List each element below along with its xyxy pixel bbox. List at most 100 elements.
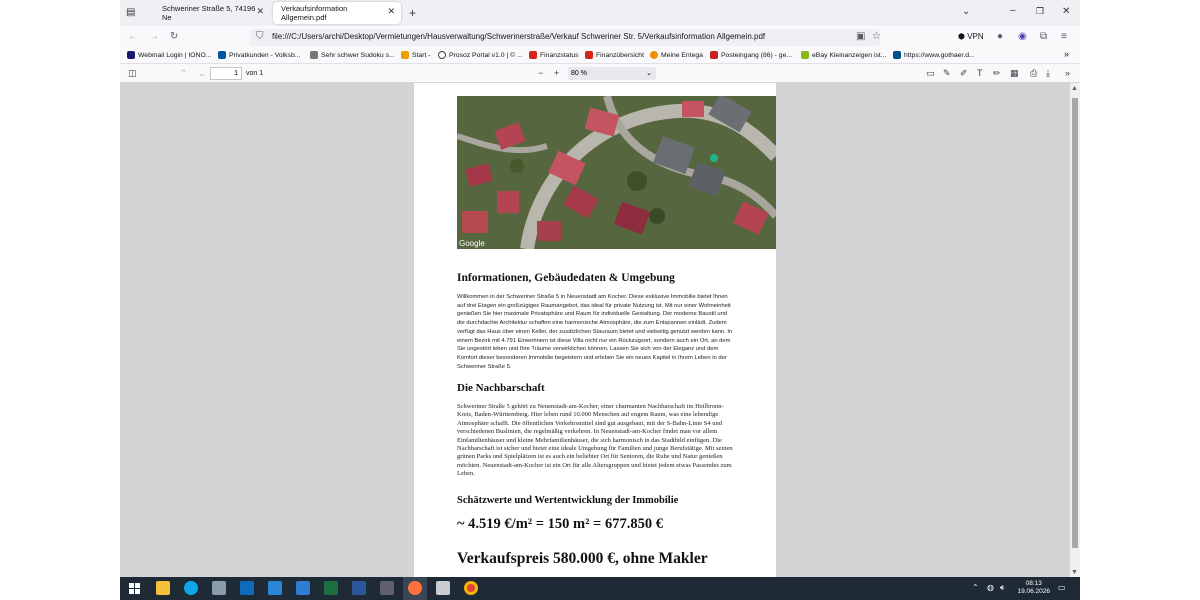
image-icon[interactable]: ▦ (1010, 68, 1019, 79)
tab-pdf[interactable]: Verkaufsinformation Allgemein.pdf ✕ (273, 2, 401, 24)
calculator-icon[interactable] (212, 581, 226, 595)
bookmark-favicon (893, 51, 901, 59)
back-icon[interactable]: ← (128, 31, 138, 42)
bookmark-label: Webmail Login | IONO... (138, 51, 212, 59)
list-tabs-icon[interactable]: ⌄ (962, 6, 970, 17)
next-page-icon[interactable]: ⌄ (198, 68, 206, 79)
bookmark-label: https://www.gothaer.d... (904, 51, 975, 59)
clock-date: 19.06.2026 (1017, 588, 1050, 595)
browser-window: ▤ Schweriner Straße 5, 74196 Ne ✕ Verkau… (120, 0, 1080, 600)
section-text-nachbarschaft: Schweriner Straße 5 gehört zu Neuenstadt… (457, 403, 733, 478)
minimize-icon[interactable]: – (1010, 5, 1016, 16)
scroll-down-icon[interactable]: ▼ (1071, 569, 1078, 576)
file-explorer-icon[interactable] (156, 581, 170, 595)
site-info-icon[interactable]: ⛉ (256, 31, 264, 42)
edit-sign-icon[interactable]: ✎ (943, 68, 951, 79)
more-tools-icon[interactable]: » (1065, 68, 1070, 78)
bookmark-favicon (218, 51, 226, 59)
excel-icon[interactable] (324, 581, 338, 595)
bookmark-label: Privatkunden - Volksb... (229, 51, 301, 59)
window-close-icon[interactable]: ✕ (1062, 6, 1070, 17)
bookmark-label: Finanzstatus (540, 51, 579, 59)
vpn-label: VPN (967, 32, 984, 41)
bookmark-prosoz[interactable]: Prosoz Portal v1.0 | © ... (438, 51, 523, 59)
tab-label: Schweriner Straße 5, 74196 Ne (162, 4, 256, 22)
pdf-page: Google Informationen, Gebäudedaten & Umg… (414, 83, 776, 577)
close-icon[interactable]: ✕ (387, 6, 395, 17)
account-icon[interactable]: ● (997, 31, 1003, 42)
new-tab-icon[interactable]: + (409, 6, 416, 20)
print-icon[interactable]: ⎙ (1030, 68, 1037, 79)
tab-immobilie[interactable]: Schweriner Straße 5, 74196 Ne ✕ (154, 2, 270, 24)
bookmark-gmail[interactable]: Posteingang (86) - ge... (710, 51, 792, 59)
zoom-out-icon[interactable]: − (538, 68, 543, 78)
notifications-icon[interactable]: ▭ (1058, 583, 1066, 592)
save-icon[interactable]: ⤓ (1046, 68, 1050, 79)
windows-start-icon[interactable] (129, 583, 140, 594)
page-number-input[interactable]: 1 (210, 67, 242, 80)
bookmark-favicon (127, 51, 135, 59)
bookmark-ebay[interactable]: eBay Kleinanzeigen ist... (801, 51, 886, 59)
google-watermark: Google (459, 239, 485, 248)
mail-icon[interactable] (296, 581, 310, 595)
bookmark-gothaer[interactable]: https://www.gothaer.d... (893, 51, 975, 59)
archive-icon[interactable] (380, 581, 394, 595)
bookmark-ionos[interactable]: Webmail Login | IONO... (127, 51, 211, 59)
volume-icon[interactable]: 🔉︎ (1000, 583, 1005, 593)
satellite-map-image: Google (457, 96, 776, 249)
outlook-icon[interactable] (240, 581, 254, 595)
sale-price: Verkaufspreis 580.000 €, ohne Makler (457, 550, 708, 567)
skype-icon[interactable] (184, 581, 198, 595)
word-icon[interactable] (352, 581, 366, 595)
scroll-up-icon[interactable]: ▲ (1071, 85, 1078, 92)
network-icon[interactable]: ◍ (987, 583, 994, 592)
menu-icon[interactable]: ≡ (1061, 31, 1067, 42)
bookmark-entega[interactable]: Meine Entega (650, 51, 703, 59)
more-bookmarks-icon[interactable]: » (1064, 49, 1069, 59)
highlight-icon[interactable]: ✐ (960, 68, 968, 79)
system-clock[interactable]: 08:13 19.06.2026 (1017, 580, 1050, 596)
pdf-viewer[interactable]: Google Informationen, Gebäudedaten & Umg… (120, 83, 1070, 577)
reload-icon[interactable]: ↻ (170, 31, 178, 42)
globe-icon (438, 51, 446, 59)
bookmark-label: eBay Kleinanzeigen ist... (812, 51, 887, 59)
chrome-icon[interactable] (464, 581, 478, 595)
page-count: von 1 (246, 70, 264, 77)
bookmark-finanzstatus[interactable]: Finanzstatus (529, 51, 579, 59)
sidebar-toggle-icon[interactable]: ◫ (128, 68, 137, 79)
scroll-thumb[interactable] (1072, 98, 1078, 548)
extension-icon[interactable]: ◉ (1018, 31, 1027, 42)
url-text[interactable]: file:///C:/Users/archi/Desktop/Vermietun… (272, 32, 765, 41)
clock-time: 08:13 (1025, 580, 1042, 587)
zoom-in-icon[interactable]: + (554, 68, 559, 78)
forward-icon[interactable]: → (149, 31, 159, 42)
previous-page-icon[interactable]: ⌃ (180, 68, 188, 79)
bookmark-volksbank[interactable]: Privatkunden - Volksb... (218, 51, 300, 59)
price-calculation: ~ 4.519 €/m² = 150 m² = 677.850 € (457, 516, 663, 532)
zoom-select[interactable]: 80 % ⌄ (568, 67, 656, 80)
bookmark-favicon (529, 51, 537, 59)
bookmark-label: Finanzübersicht (596, 51, 644, 59)
section-title-nachbarschaft: Die Nachbarschaft (457, 382, 545, 394)
tab-strip: ▤ Schweriner Straße 5, 74196 Ne ✕ Verkau… (120, 0, 1080, 26)
close-icon[interactable]: ✕ (256, 6, 264, 17)
gmail-icon (710, 51, 718, 59)
bookmark-label: Meine Entega (661, 51, 703, 59)
bookmark-sudoku[interactable]: Sehr schwer Sudoku s... (310, 51, 395, 59)
firefox-view-icon[interactable]: ▤ (126, 7, 135, 18)
restore-icon[interactable]: ❐ (1036, 6, 1044, 17)
bookmark-star-icon[interactable]: ☆ (872, 31, 881, 42)
show-hidden-icons[interactable]: ⌃ (972, 583, 979, 592)
app-icon[interactable] (436, 581, 450, 595)
app-icon[interactable] (268, 581, 282, 595)
vertical-scrollbar[interactable]: ▲ ▼ (1070, 83, 1080, 577)
draw-icon[interactable]: ✏ (993, 68, 1001, 79)
text-icon[interactable]: T (977, 68, 983, 78)
reader-view-icon[interactable]: ▣ (856, 31, 865, 42)
firefox-icon[interactable] (408, 581, 422, 595)
bookmark-start[interactable]: Start - (401, 51, 431, 59)
extensions-icon[interactable]: ⧉ (1040, 31, 1047, 42)
comment-icon[interactable]: ▭ (926, 68, 935, 79)
vpn-button[interactable]: ⬢ VPN (958, 32, 984, 41)
bookmark-finanzuebersicht[interactable]: Finanzübersicht (585, 51, 644, 59)
